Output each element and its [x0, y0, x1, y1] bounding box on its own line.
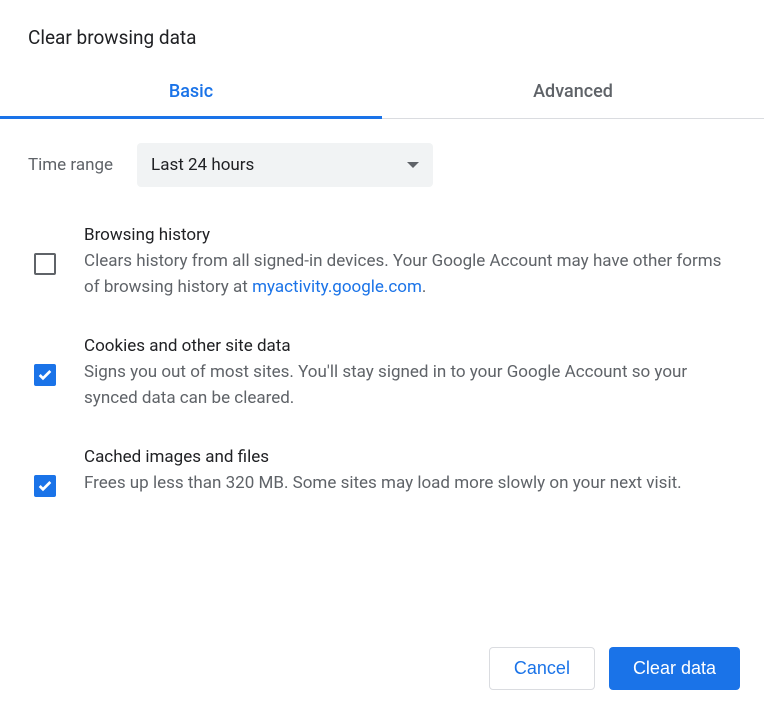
option-cookies: Cookies and other site data Signs you ou…	[28, 336, 736, 411]
time-range-row: Time range Last 24 hours	[28, 143, 736, 187]
clear-browsing-data-dialog: Clear browsing data Basic Advanced Time …	[0, 0, 764, 714]
option-desc: Clears history from all signed-in device…	[84, 249, 736, 300]
time-range-label: Time range	[28, 155, 113, 175]
dialog-title: Clear browsing data	[0, 0, 764, 67]
option-desc: Frees up less than 320 MB. Some sites ma…	[84, 471, 736, 497]
option-desc-post: .	[422, 277, 426, 297]
option-desc: Signs you out of most sites. You'll stay…	[84, 360, 736, 411]
option-browsing-history: Browsing history Clears history from all…	[28, 225, 736, 300]
dialog-footer: Cancel Clear data	[0, 627, 764, 714]
dialog-content: Time range Last 24 hours Browsing histor…	[0, 119, 764, 627]
tab-advanced[interactable]: Advanced	[382, 67, 764, 118]
checkbox-cache[interactable]	[34, 475, 56, 497]
clear-data-button[interactable]: Clear data	[609, 647, 740, 690]
option-title: Browsing history	[84, 225, 736, 245]
time-range-value: Last 24 hours	[151, 155, 254, 175]
tab-basic[interactable]: Basic	[0, 67, 382, 118]
myactivity-link[interactable]: myactivity.google.com	[252, 277, 422, 297]
tab-basic-label: Basic	[169, 81, 213, 102]
checkmark-icon	[37, 478, 53, 494]
time-range-dropdown[interactable]: Last 24 hours	[137, 143, 433, 187]
option-text: Browsing history Clears history from all…	[84, 225, 736, 300]
option-title: Cached images and files	[84, 447, 736, 467]
option-text: Cookies and other site data Signs you ou…	[84, 336, 736, 411]
checkbox-cookies[interactable]	[34, 364, 56, 386]
tab-advanced-label: Advanced	[533, 81, 613, 102]
dropdown-caret-icon	[407, 162, 419, 168]
option-cache: Cached images and files Frees up less th…	[28, 447, 736, 497]
option-text: Cached images and files Frees up less th…	[84, 447, 736, 497]
option-title: Cookies and other site data	[84, 336, 736, 356]
checkmark-icon	[37, 367, 53, 383]
cancel-button[interactable]: Cancel	[489, 647, 595, 690]
checkbox-browsing-history[interactable]	[34, 253, 56, 275]
tabs: Basic Advanced	[0, 67, 764, 119]
